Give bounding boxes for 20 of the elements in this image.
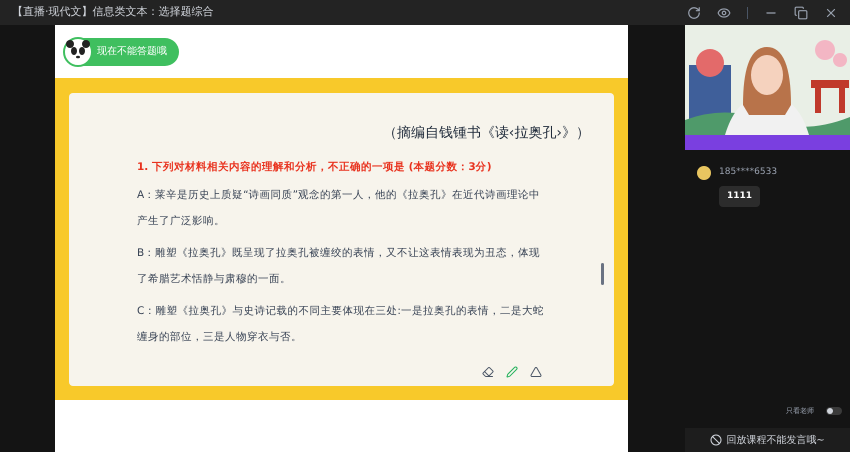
pen-tool-button[interactable] [504, 364, 520, 380]
scrollbar [601, 263, 604, 285]
teacher-only-toggle[interactable] [826, 406, 842, 415]
eraser-tool-button[interactable] [480, 364, 496, 380]
refresh-icon[interactable] [687, 6, 701, 20]
answer-option: B：雕塑《拉奥孔》既呈现了拉奥孔被缠绞的表情，又不让这表情表现为丑态，体现了希腊艺术恬静与肃穆的一面。 [137, 240, 549, 292]
user-avatar [697, 166, 711, 180]
eye-icon[interactable] [717, 6, 731, 20]
window-title: 【直播·现代文】信息类文本：选择题综合 [12, 4, 214, 20]
source-citation: （摘编自钱锺书《读‹拉奥孔›》） [382, 124, 590, 143]
no-speaking-icon [710, 434, 722, 446]
question-text: 1. 下列对材料相关内容的理解和分析，不正确的一项是 (本题分数：3分) [137, 160, 493, 175]
footer-notice: 回放课程不能发言哦~ [726, 434, 825, 448]
answer-option: A：莱辛是历史上质疑“诗画同质”观念的第一人，他的《拉奥孔》在近代诗画理论中产生了广泛影响。 [137, 182, 549, 234]
restore-icon[interactable] [794, 6, 808, 20]
chat-username: 185****6533 [719, 166, 778, 179]
pointer-tool-button[interactable] [528, 364, 544, 380]
answer-option: C：雕塑《拉奥孔》与史诗记载的不同主要体现在三处:一是拉奥孔的表情，二是大蛇缠身的部位，三是人物穿衣与否。 [137, 298, 549, 350]
panda-icon [63, 36, 93, 66]
chat-message: 1111 [719, 186, 760, 207]
